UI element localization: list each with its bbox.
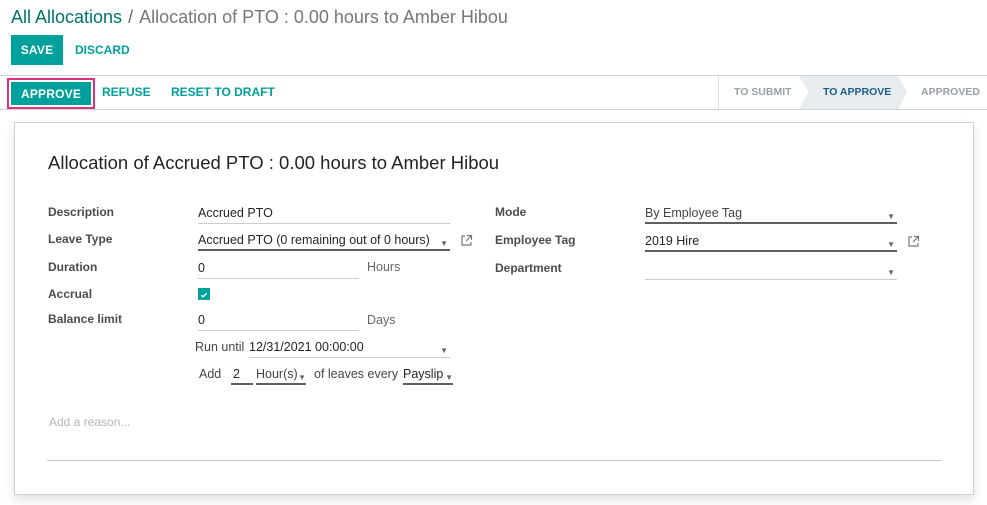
balance-limit-unit: Days: [367, 313, 396, 327]
chevron-down-icon: ▼: [440, 346, 448, 355]
leaves-every-label: of leaves every: [314, 367, 399, 381]
accrual-label: Accrual: [48, 287, 93, 301]
balance-limit-input[interactable]: 0: [198, 311, 359, 331]
breadcrumb-all-allocations[interactable]: All Allocations: [11, 7, 122, 27]
breadcrumb: All Allocations / Allocation of PTO : 0.00…: [11, 6, 508, 28]
external-link-icon[interactable]: [460, 234, 473, 247]
duration-unit: Hours: [367, 260, 401, 274]
description-input[interactable]: Accrued PTO: [198, 204, 450, 224]
employee-tag-label: Employee Tag: [495, 233, 576, 247]
mode-select[interactable]: By Employee Tag ▼: [645, 204, 897, 224]
leave-type-label: Leave Type: [48, 232, 113, 246]
form-sheet: Allocation of Accrued PTO : 0.00 hours t…: [14, 122, 974, 495]
add-unit-value: Hour(s): [256, 367, 298, 381]
reset-to-draft-button[interactable]: RESET TO DRAFT: [171, 85, 275, 99]
chevron-down-icon: ▼: [445, 373, 453, 382]
approve-button[interactable]: APPROVE: [11, 82, 91, 105]
balance-limit-value: 0: [198, 313, 205, 327]
stage-to-approve: TO APPROVE: [799, 76, 907, 109]
form-title: Allocation of Accrued PTO : 0.00 hours t…: [48, 152, 500, 173]
refuse-button[interactable]: REFUSE: [102, 85, 151, 99]
frequency-value: Payslip: [403, 367, 444, 381]
stage-to-submit: TO SUBMIT: [734, 86, 792, 98]
check-icon: [200, 292, 208, 298]
description-label: Description: [48, 205, 115, 219]
chevron-down-icon: ▼: [440, 239, 448, 248]
leave-type-select[interactable]: Accrued PTO (0 remaining out of 0 hours)…: [198, 231, 450, 251]
reason-textarea[interactable]: Add a reason...: [49, 415, 130, 429]
description-value: Accrued PTO: [198, 206, 273, 220]
breadcrumb-current: Allocation of PTO : 0.00 hours to Amber …: [139, 7, 508, 27]
employee-tag-select[interactable]: 2019 Hire ▼: [645, 232, 897, 252]
add-quantity-value: 2: [233, 367, 240, 381]
discard-button[interactable]: DISCARD: [75, 35, 130, 65]
mode-label: Mode: [495, 205, 527, 219]
employee-tag-value: 2019 Hire: [645, 234, 700, 248]
run-until-input[interactable]: 12/31/2021 00:00:00 ▼: [249, 338, 450, 358]
run-until-value: 12/31/2021 00:00:00: [249, 340, 364, 354]
approve-highlight: APPROVE: [7, 78, 95, 109]
chevron-down-icon: ▼: [887, 212, 895, 221]
chevron-down-icon: ▼: [887, 268, 895, 277]
department-label: Department: [495, 261, 562, 275]
chevron-down-icon: ▼: [298, 373, 306, 382]
save-button[interactable]: SAVE: [11, 35, 63, 65]
balance-limit-label: Balance limit: [48, 312, 123, 326]
stage-approved: APPROVED: [921, 86, 980, 98]
status-bar: APPROVE REFUSE RESET TO DRAFT TO SUBMIT …: [0, 75, 987, 110]
add-label: Add: [199, 367, 222, 381]
duration-input[interactable]: 0: [198, 259, 359, 279]
mode-value: By Employee Tag: [645, 206, 743, 220]
department-select[interactable]: ▼: [645, 260, 897, 280]
breadcrumb-separator: /: [128, 7, 134, 27]
leave-type-value: Accrued PTO (0 remaining out of 0 hours): [198, 233, 430, 247]
stage-pipeline: TO SUBMIT TO APPROVE APPROVED: [718, 76, 987, 109]
add-quantity-input[interactable]: 2: [231, 365, 253, 385]
reason-underline: [47, 460, 942, 461]
duration-value: 0: [198, 261, 205, 275]
duration-label: Duration: [48, 260, 98, 274]
add-unit-select[interactable]: Hour(s) ▼: [256, 365, 306, 385]
frequency-select[interactable]: Payslip ▼: [403, 365, 453, 385]
run-until-label: Run until: [195, 340, 245, 354]
accrual-checkbox[interactable]: [198, 288, 210, 300]
external-link-icon[interactable]: [907, 235, 920, 248]
chevron-down-icon: ▼: [887, 240, 895, 249]
